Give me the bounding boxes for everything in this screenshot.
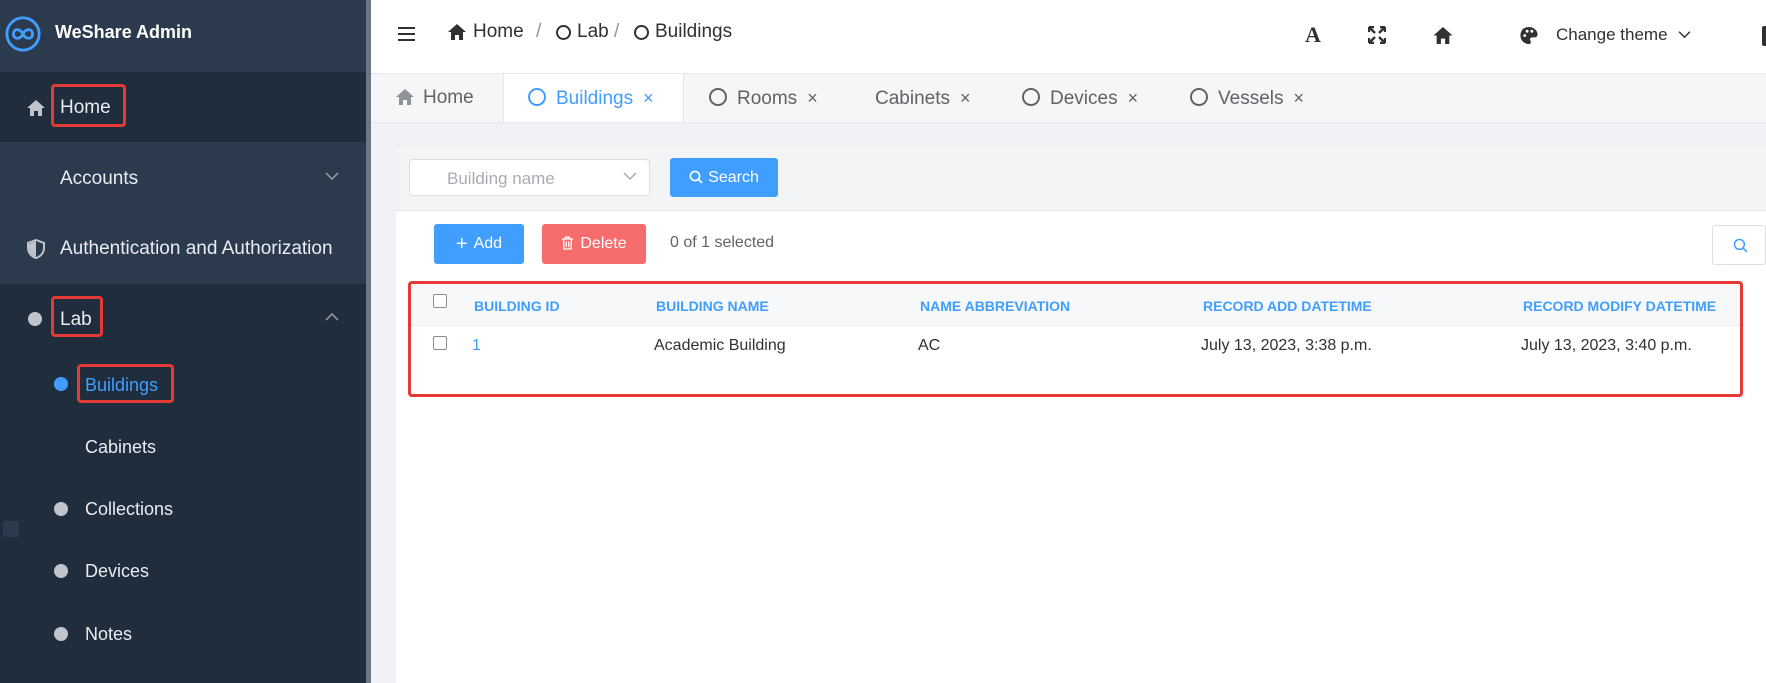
palette-icon[interactable] <box>1519 26 1539 45</box>
sidebar-item-accounts[interactable]: Accounts <box>0 142 366 214</box>
chevron-down-icon <box>1678 31 1691 39</box>
sidebar-item-label: Accounts <box>60 168 139 189</box>
circle-icon <box>1022 88 1040 106</box>
trash-icon <box>562 236 574 250</box>
close-icon[interactable]: × <box>643 88 654 108</box>
tab-devices[interactable]: Devices × <box>1022 74 1138 122</box>
chevron-down-icon <box>325 172 339 181</box>
sidebar-header: WeShare Admin <box>0 0 366 72</box>
sidebar-item-label: Devices <box>85 561 150 581</box>
tab-bar: Home Buildings × Rooms × Cabinets × Devices… <box>371 74 1766 123</box>
tab-label: Devices <box>1050 88 1118 109</box>
highlight-box <box>77 364 174 403</box>
table-search-button[interactable] <box>1712 225 1766 265</box>
breadcrumb-home[interactable]: Home <box>473 21 524 43</box>
sidebar-item-notes[interactable]: Notes <box>0 602 366 664</box>
breadcrumb-buildings: Buildings <box>655 21 733 42</box>
tab-label: Buildings <box>556 88 634 109</box>
tab-rooms[interactable]: Rooms × <box>709 74 818 122</box>
close-icon[interactable]: × <box>1293 88 1304 108</box>
tab-home[interactable]: Home <box>395 74 474 122</box>
sidebar-item-devices[interactable]: Devices <box>0 540 366 602</box>
chevron-down-icon <box>623 172 637 181</box>
circle-icon <box>709 88 727 106</box>
highlight-box <box>51 84 126 127</box>
close-icon[interactable]: × <box>960 88 971 108</box>
sidebar-item-label: Notes <box>85 624 133 644</box>
search-icon <box>1733 238 1748 253</box>
tab-cabinets[interactable]: Cabinets × <box>875 74 971 122</box>
delete-button[interactable]: Delete <box>542 224 646 264</box>
circle-icon <box>528 88 546 106</box>
close-icon[interactable]: × <box>1128 88 1139 108</box>
fullscreen-icon[interactable] <box>1368 26 1386 44</box>
home-icon <box>27 100 45 116</box>
menu-toggle-icon[interactable] <box>398 27 415 42</box>
circle-icon <box>556 25 571 40</box>
user-avatar-icon[interactable] <box>1762 26 1766 46</box>
add-button-label: Add <box>473 235 503 252</box>
search-button-label: Search <box>708 169 759 186</box>
circle-icon <box>634 25 649 40</box>
search-icon <box>689 170 703 184</box>
breadcrumb-separator: / <box>536 21 542 42</box>
bullet-icon <box>54 627 68 641</box>
selection-count: 0 of 1 selected <box>670 234 775 251</box>
bullet-icon <box>28 312 42 326</box>
sidebar-item-label: Authentication and Authorization <box>60 238 333 259</box>
delete-button-label: Delete <box>580 235 627 252</box>
logo-icon <box>5 16 41 52</box>
bullet-icon <box>54 377 68 391</box>
home-icon <box>448 24 466 40</box>
collapse-handle[interactable] <box>3 521 19 537</box>
bullet-icon <box>54 502 68 516</box>
building-name-select[interactable]: Building name <box>409 159 650 196</box>
sidebar-item-cabinets[interactable]: Cabinets <box>0 416 366 478</box>
sidebar-item-buildings[interactable]: Buildings <box>0 354 366 416</box>
font-size-icon[interactable]: A <box>1305 22 1321 48</box>
chevron-up-icon <box>325 312 339 321</box>
highlight-box <box>408 281 1743 397</box>
select-placeholder: Building name <box>447 169 555 188</box>
tab-label: Vessels <box>1218 88 1284 109</box>
breadcrumb-separator: / <box>614 21 620 42</box>
sidebar-item-label: Collections <box>85 499 174 519</box>
top-bar: Home / Lab / Buildings A Change theme <box>371 0 1766 74</box>
breadcrumb-lab[interactable]: Lab <box>577 21 609 43</box>
home-icon[interactable] <box>1432 26 1454 45</box>
sidebar-item-collections[interactable]: Collections <box>0 478 366 540</box>
home-icon <box>396 89 414 105</box>
search-button[interactable]: Search <box>670 158 778 197</box>
tab-label: Rooms <box>737 88 798 109</box>
sidebar-item-auth[interactable]: Authentication and Authorization <box>0 214 366 284</box>
shield-icon <box>27 239 45 259</box>
bullet-icon <box>54 564 68 578</box>
highlight-box <box>51 296 103 337</box>
close-icon[interactable]: × <box>807 88 818 108</box>
tab-label: Cabinets <box>875 88 950 109</box>
tab-vessels[interactable]: Vessels × <box>1190 74 1304 122</box>
change-theme-button[interactable]: Change theme <box>1556 25 1668 45</box>
brand-name: WeShare Admin <box>55 22 193 42</box>
sidebar-item-label: Cabinets <box>85 437 157 457</box>
circle-icon <box>1190 88 1208 106</box>
tab-buildings[interactable]: Buildings × <box>503 74 684 122</box>
plus-icon: + <box>455 233 468 255</box>
add-button[interactable]: + Add <box>434 224 524 264</box>
tab-label: Home <box>423 87 474 108</box>
